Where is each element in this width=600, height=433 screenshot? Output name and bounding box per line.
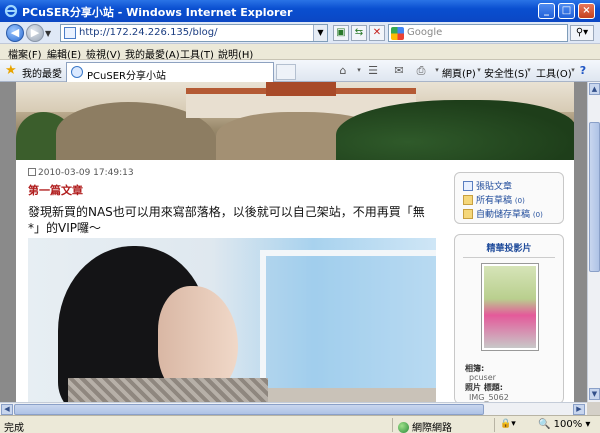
- window-title: PCuSER分享小站 - Windows Internet Explorer: [22, 6, 293, 19]
- scroll-left-icon[interactable]: ◀: [1, 404, 13, 415]
- menu-favorites[interactable]: 我的最愛(A): [125, 46, 180, 61]
- content-viewport: 2010-03-09 17:49:13 第一篇文章 發現新買的NAS也可以用來寫…: [0, 82, 587, 402]
- forward-button[interactable]: ▶: [26, 24, 44, 42]
- post-body: 發現新買的NAS也可以用來寫部落格，以後就可以自己架站，不用再買「無*」的VIP…: [28, 205, 425, 235]
- close-button[interactable]: ×: [578, 3, 595, 19]
- calendar-icon: [28, 168, 36, 176]
- stop-icon[interactable]: ✕: [369, 25, 385, 41]
- zoom-level[interactable]: 🔍 100% ▾: [538, 419, 590, 430]
- compatibility-view-icon[interactable]: ▣: [333, 25, 349, 41]
- post-title[interactable]: 第一篇文章: [28, 182, 83, 198]
- globe-icon: [398, 422, 409, 433]
- page-icon: [64, 27, 76, 39]
- tab-title: PCuSER分享小站: [87, 71, 166, 82]
- star-icon[interactable]: ★: [5, 63, 17, 78]
- address-dropdown-icon[interactable]: ▼: [313, 25, 327, 41]
- protected-mode-icon[interactable]: 🔒▾: [500, 419, 516, 429]
- sidebar-link-all-drafts[interactable]: 所有草稿 (0): [463, 193, 525, 206]
- photo-title-value: IMG_5062: [469, 393, 509, 402]
- album-value[interactable]: pcuser: [465, 373, 496, 382]
- menu-help[interactable]: 說明(H): [218, 46, 253, 61]
- refresh-icon[interactable]: ⇆: [351, 25, 367, 41]
- sidebar-link-autosave-drafts[interactable]: 自動儲存草稿 (0): [463, 207, 543, 220]
- header-banner-image: [16, 82, 574, 160]
- search-box[interactable]: Google: [388, 24, 568, 42]
- album-title: 精華投影片: [486, 244, 532, 254]
- scroll-right-icon[interactable]: ▶: [573, 404, 585, 415]
- search-placeholder[interactable]: Google: [407, 27, 442, 38]
- folder-icon: [463, 209, 473, 219]
- ie-logo-icon: [4, 4, 18, 18]
- menu-view[interactable]: 檢視(V): [86, 46, 121, 61]
- address-bar[interactable]: http://172.24.226.135/blog/ ▼: [60, 24, 328, 42]
- maximize-button[interactable]: □: [558, 3, 575, 19]
- tab-blog[interactable]: PCuSER分享小站: [66, 62, 274, 82]
- google-icon: [391, 27, 404, 40]
- sidebar-link-new-post[interactable]: 張貼文章: [463, 179, 512, 192]
- navigation-bar: ◀ ▶ ▼ http://172.24.226.135/blog/ ▼ ▣ ⇆ …: [0, 22, 600, 44]
- sidebar-links-panel: 張貼文章 所有草稿 (0) 自動儲存草稿 (0): [454, 172, 564, 224]
- feeds-icon[interactable]: ☰: [366, 64, 380, 77]
- folder-icon: [463, 195, 473, 205]
- address-url[interactable]: http://172.24.226.135/blog/: [79, 27, 218, 38]
- title-bar: PCuSER分享小站 - Windows Internet Explorer _…: [0, 0, 600, 22]
- vertical-scrollbar[interactable]: ▲ ▼: [587, 82, 600, 402]
- blog-page: 2010-03-09 17:49:13 第一篇文章 發現新買的NAS也可以用來寫…: [16, 82, 574, 402]
- home-icon[interactable]: ⌂: [336, 64, 350, 77]
- search-button[interactable]: ⚲▾: [570, 25, 594, 41]
- horizontal-scrollbar[interactable]: ◀ ▶: [0, 402, 587, 415]
- security-zone[interactable]: 網際網路: [398, 419, 452, 433]
- home-dropdown-icon[interactable]: ▾: [352, 64, 366, 77]
- album-thumbnail[interactable]: [481, 263, 539, 351]
- menu-edit[interactable]: 編輯(E): [47, 46, 81, 61]
- mail-icon[interactable]: ✉: [392, 64, 406, 77]
- tab-page-icon: [71, 66, 83, 78]
- print-icon[interactable]: ⎙: [414, 64, 428, 77]
- menu-file[interactable]: 檔案(F): [8, 46, 42, 61]
- new-tab-button[interactable]: [276, 64, 296, 80]
- horizontal-scroll-thumb[interactable]: [14, 404, 484, 415]
- favorites-bar: ★ 我的最愛 PCuSER分享小站 ⌂ ▾ ☰ ✉ ⎙ ▾ 網頁(P) ▾ 安全…: [0, 60, 600, 82]
- menu-tools[interactable]: 工具(T): [180, 46, 214, 61]
- favorites-label[interactable]: 我的最愛: [22, 65, 62, 80]
- scroll-up-icon[interactable]: ▲: [589, 83, 600, 95]
- post-photo: [28, 238, 436, 402]
- vertical-scroll-thumb[interactable]: [589, 122, 600, 272]
- menu-bar: 檔案(F) 編輯(E) 檢視(V) 我的最愛(A) 工具(T) 說明(H): [0, 44, 600, 61]
- status-bar: 完成 網際網路 🔒▾ 🔍 100% ▾: [0, 415, 600, 433]
- post-date: 2010-03-09 17:49:13: [28, 168, 134, 178]
- help-icon[interactable]: ?: [576, 64, 590, 77]
- safety-dropdown-icon[interactable]: ▾: [522, 64, 536, 77]
- scroll-down-icon[interactable]: ▼: [589, 388, 600, 400]
- status-text: 完成: [4, 423, 24, 433]
- photo-title-label: 照片 標題:: [465, 383, 503, 392]
- sidebar-album-panel: 精華投影片 相簿: pcuser 照片 標題: IMG_5062: [454, 234, 564, 402]
- page-menu[interactable]: 網頁(P): [442, 65, 476, 80]
- new-post-icon: [463, 181, 473, 191]
- back-button[interactable]: ◀: [6, 24, 24, 42]
- history-dropdown-icon[interactable]: ▼: [45, 29, 51, 38]
- minimize-button[interactable]: _: [538, 3, 555, 19]
